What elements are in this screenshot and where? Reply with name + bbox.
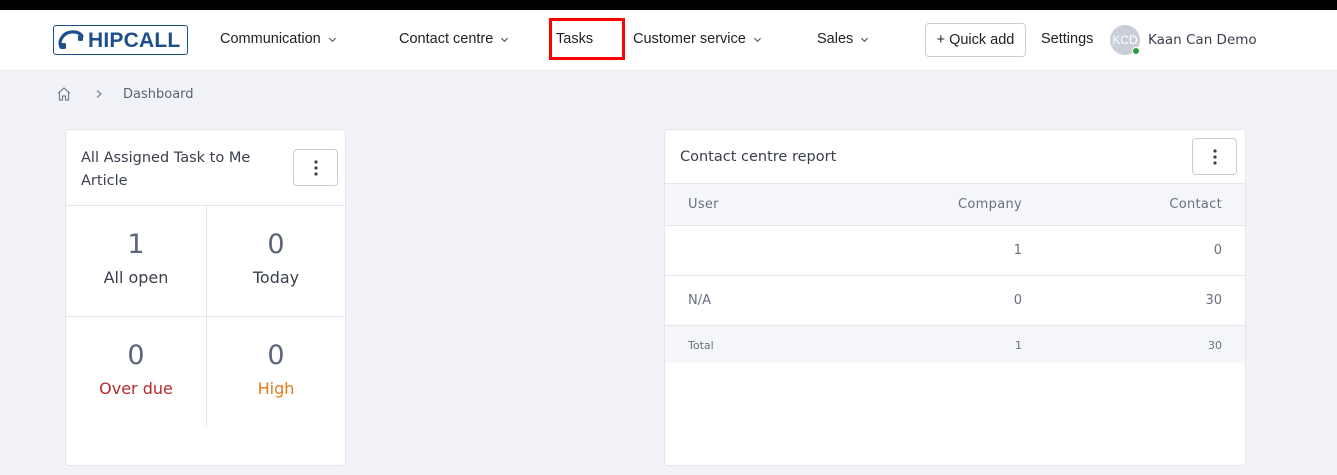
chevron-down-icon (861, 37, 869, 42)
stat-over-due[interactable]: 0 Over due (66, 317, 206, 427)
home-icon[interactable] (56, 86, 72, 102)
contact-centre-report-card: Contact centre report User Company Conta… (664, 129, 1246, 466)
nav-sales[interactable]: Sales (817, 31, 869, 47)
user-name[interactable]: Kaan Can Demo (1148, 32, 1257, 48)
task-stats-grid: 1 All open 0 Today 0 Over due 0 High (66, 205, 346, 427)
grid-divider (66, 316, 345, 317)
top-navbar: HIPCALL Communication Contact centre Tas… (0, 10, 1337, 71)
report-table: User Company Contact 1 0 N/A 0 30 Total … (665, 183, 1245, 363)
stat-value: 0 (267, 340, 285, 371)
table-row: N/A 0 30 (665, 275, 1245, 325)
total-label: Total (688, 339, 714, 352)
cell-contact: 30 (1205, 293, 1222, 308)
column-header-contact[interactable]: Contact (1169, 197, 1222, 212)
card-menu-button[interactable] (293, 149, 338, 186)
nav-customer-service[interactable]: Customer service (633, 31, 762, 47)
cell-user: N/A (688, 293, 711, 308)
column-header-user[interactable]: User (688, 197, 719, 212)
table-header-row: User Company Contact (665, 183, 1245, 225)
assigned-tasks-card: All Assigned Task to Me Article 1 All op… (65, 129, 346, 466)
kebab-menu-icon (313, 159, 318, 176)
card-title-line2: Article (81, 173, 128, 189)
cell-company: 1 (1013, 243, 1022, 258)
nav-communication[interactable]: Communication (220, 31, 337, 47)
stat-label: All open (103, 268, 169, 287)
column-header-company[interactable]: Company (958, 197, 1022, 212)
stat-high[interactable]: 0 High (206, 317, 346, 427)
cell-contact: 0 (1213, 243, 1222, 258)
card-menu-button[interactable] (1192, 138, 1237, 175)
total-company: 1 (1015, 339, 1022, 352)
chevron-down-icon (501, 37, 509, 42)
stat-label: Over due (99, 379, 173, 398)
online-status-dot (1132, 47, 1140, 55)
stat-value: 0 (127, 340, 145, 371)
hipcall-logo[interactable]: HIPCALL (53, 25, 188, 55)
top-strip (0, 0, 1337, 10)
phone-logo-icon (58, 30, 84, 49)
chevron-down-icon (753, 37, 761, 42)
chevron-down-icon (328, 37, 336, 42)
nav-customer-service-label: Customer service (633, 31, 746, 47)
table-row: 1 0 (665, 225, 1245, 275)
tasks-highlight-box (549, 18, 625, 60)
logo-text: HIPCALL (88, 28, 181, 52)
stat-label: High (257, 379, 295, 398)
quick-add-button[interactable]: + Quick add (925, 23, 1026, 57)
card-title: Contact centre report (680, 149, 837, 165)
stat-value: 0 (267, 229, 285, 260)
nav-communication-label: Communication (220, 31, 321, 47)
breadcrumb: Dashboard (56, 86, 194, 102)
nav-sales-label: Sales (817, 31, 854, 47)
card-title: All Assigned Task to Me Article (81, 147, 250, 193)
card-title-line1: All Assigned Task to Me (81, 150, 251, 166)
nav-contact-centre[interactable]: Contact centre (399, 31, 509, 47)
breadcrumb-current: Dashboard (123, 86, 194, 102)
stat-today[interactable]: 0 Today (206, 206, 346, 316)
stat-value: 1 (127, 229, 145, 260)
stat-all-open[interactable]: 1 All open (66, 206, 206, 316)
kebab-menu-icon (1212, 148, 1217, 165)
nav-contact-centre-label: Contact centre (399, 31, 494, 47)
chevron-right-icon (96, 90, 102, 98)
total-contact: 30 (1208, 339, 1222, 352)
settings-link[interactable]: Settings (1041, 31, 1093, 47)
cell-company: 0 (1013, 293, 1022, 308)
table-total-row: Total 1 30 (665, 325, 1245, 363)
stat-label: Today (252, 268, 300, 287)
